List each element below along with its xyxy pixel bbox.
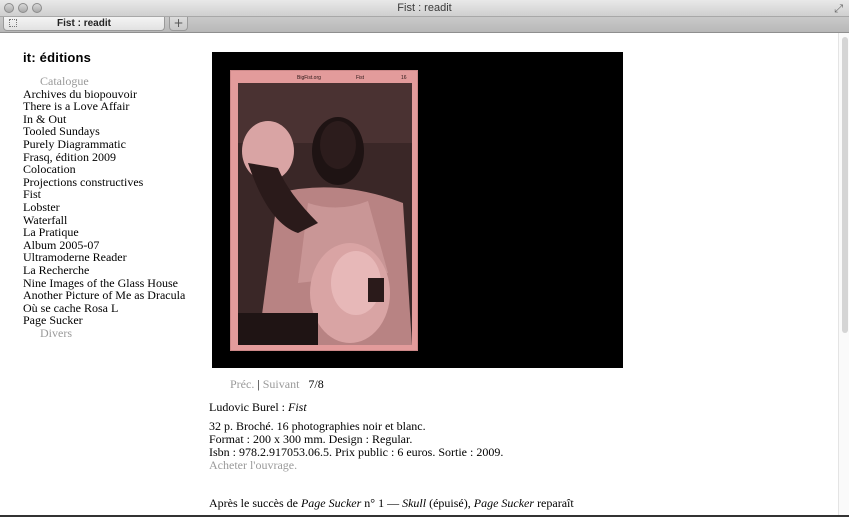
scroll-thumb[interactable]	[842, 37, 848, 333]
book-image: BigFist.org Fist 16	[212, 52, 623, 368]
nav-item[interactable]: Lobster	[23, 201, 185, 214]
nav-item[interactable]: Another Picture of Me as Dracula	[23, 289, 185, 302]
tab-bar: Fist : readit +	[0, 17, 849, 33]
fullscreen-icon[interactable]: ⤢	[834, 2, 843, 16]
zine-header-center: Fist	[356, 75, 365, 81]
prev-link[interactable]: Préc.	[230, 377, 254, 391]
nav-item[interactable]: Projections constructives	[23, 176, 185, 189]
page-content: it: éditions Catalogue Archives du biopo…	[0, 33, 849, 517]
book-description: Après le succès de Page Sucker n° 1 — Sk…	[209, 497, 629, 510]
vertical-scrollbar[interactable]	[838, 33, 849, 517]
pager: Préc. | Suivant 7/8	[230, 377, 324, 392]
next-link[interactable]: Suivant	[263, 377, 300, 391]
nav-item[interactable]: There is a Love Affair	[23, 100, 185, 113]
nav-item[interactable]: La Pratique	[23, 226, 185, 239]
book-info: Ludovic Burel : Fist 32 p. Broché. 16 ph…	[209, 401, 629, 510]
desc-part-7: reparaît	[534, 496, 574, 510]
buy-link[interactable]: Acheter l'ouvrage.	[209, 459, 629, 472]
pager-count: 7/8	[308, 377, 324, 391]
nav-item[interactable]: Page Sucker	[23, 314, 185, 327]
desc-part-2: Page Sucker	[300, 496, 362, 510]
zine-header-right: 16	[401, 75, 407, 81]
nav-catalogue-heading[interactable]: Catalogue	[23, 75, 185, 88]
nav-item[interactable]: Purely Diagrammatic	[23, 138, 185, 151]
nav-divers-heading[interactable]: Divers	[23, 327, 185, 340]
author-name: Ludovic Burel :	[209, 400, 288, 414]
book-title: Fist	[287, 400, 307, 414]
zine-header-left: BigFist.org	[297, 75, 321, 81]
sidebar-nav: Catalogue Archives du biopouvoir There is…	[23, 75, 185, 339]
desc-part-4: Skull	[402, 496, 427, 510]
desc-part-1: Après le succès de	[209, 496, 301, 510]
site-logo[interactable]: it: éditions	[23, 50, 91, 65]
desc-part-6: Page Sucker	[473, 496, 535, 510]
nav-item[interactable]: Colocation	[23, 163, 185, 176]
boxer-photo	[238, 83, 412, 345]
new-tab-button[interactable]: +	[169, 17, 188, 31]
desc-part-3: n° 1 —	[361, 496, 403, 510]
desc-part-5: (épuisé),	[426, 496, 474, 510]
window-titlebar: Fist : readit ⤢	[0, 0, 849, 17]
nav-item[interactable]: La Recherche	[23, 264, 185, 277]
pager-separator: |	[257, 377, 260, 391]
zine-header: BigFist.org Fist 16	[231, 71, 417, 83]
plus-icon: +	[173, 16, 184, 30]
tab-label: Fist : readit	[57, 18, 111, 29]
book-credit: Ludovic Burel : Fist	[209, 401, 629, 414]
zine-cover: BigFist.org Fist 16	[231, 71, 417, 350]
tab-fist-readit[interactable]: Fist : readit	[3, 17, 165, 31]
window-title: Fist : readit	[397, 2, 452, 14]
